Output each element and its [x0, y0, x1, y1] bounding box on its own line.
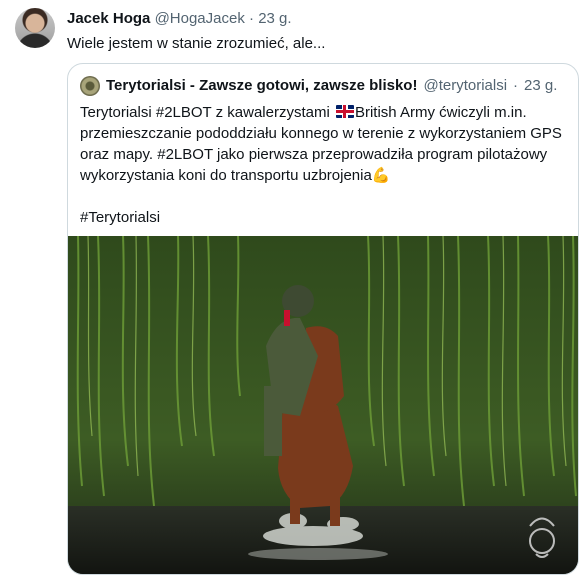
author-name[interactable]: Jacek Hoga — [67, 10, 150, 27]
quote-avatar — [80, 76, 100, 96]
quote-text-part1: Terytorialsi #2LBOT z kawalerzystami — [80, 104, 334, 121]
quote-text: Terytorialsi #2LBOT z kawalerzystami Bri… — [80, 102, 568, 228]
quote-author-handle: @terytorialsi — [423, 77, 508, 94]
tweet-text: Wiele jestem w stanie zrozumieć, ale... — [67, 35, 326, 52]
quoted-tweet-card[interactable]: Terytorialsi - Zawsze gotowi, zawsze bli… — [67, 63, 579, 575]
tweet-time[interactable]: 23 g. — [258, 10, 291, 27]
tweet-header: Jacek Hoga @HogaJacek · 23 g. — [67, 10, 292, 28]
hashtag-terytorialsi[interactable]: #Terytorialsi — [80, 209, 160, 226]
uk-flag-icon — [335, 105, 354, 118]
author-handle[interactable]: @HogaJacek — [155, 10, 245, 27]
quote-separator-dot: · — [513, 77, 519, 94]
separator-dot: · — [249, 10, 255, 27]
flexed-biceps-icon: 💪 — [371, 166, 391, 184]
quote-header: Terytorialsi - Zawsze gotowi, zawsze bli… — [80, 76, 557, 96]
user-avatar[interactable] — [15, 8, 55, 48]
quote-time: 23 g. — [524, 77, 558, 94]
quote-author-name: Terytorialsi - Zawsze gotowi, zawsze bli… — [106, 77, 418, 94]
quote-media-photo[interactable] — [68, 236, 578, 575]
